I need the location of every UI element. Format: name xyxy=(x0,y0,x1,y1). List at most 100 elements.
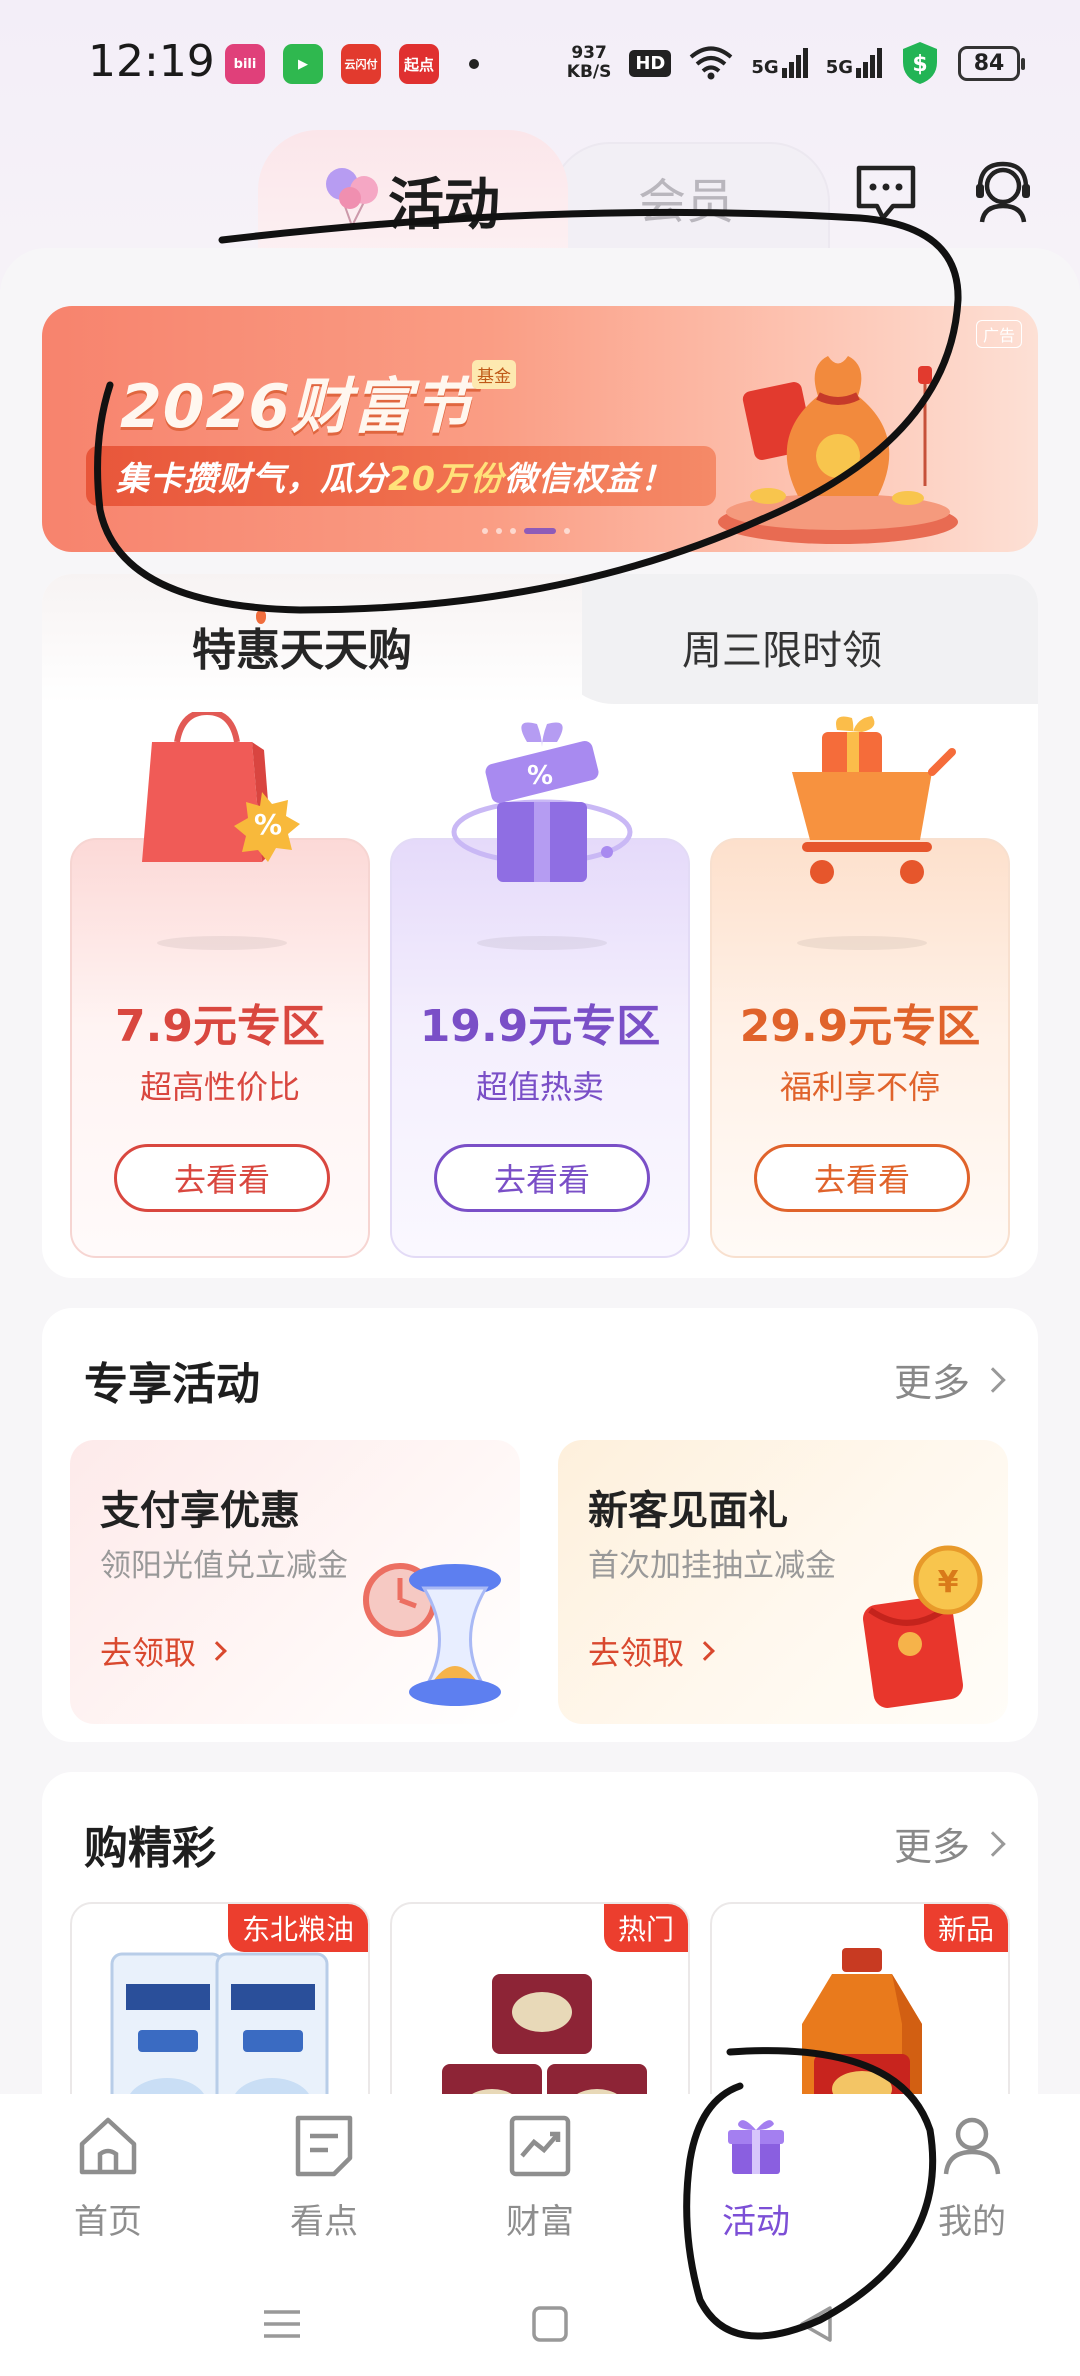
section-title: 购精彩 xyxy=(84,1823,216,1874)
bottom-navigation: 首页 看点 财富 活动 我的 xyxy=(0,2094,1080,2274)
status-app-icons: bili ▶ 云闪付 起点 xyxy=(225,44,479,84)
nav-label: 首页 xyxy=(74,2202,142,2242)
qidian-app-icon: 起点 xyxy=(399,44,439,84)
system-navigation-bar xyxy=(0,2274,1080,2376)
chevron-right-icon xyxy=(695,1641,715,1661)
status-bar: 12:19 bili ▶ 云闪付 起点 937 KB/S HD 5G 5G $ xyxy=(0,0,1080,130)
svg-text:%: % xyxy=(527,761,553,791)
deal-tile-7-9[interactable]: % 7.9元专区 超高性价比 去看看 xyxy=(70,712,370,1258)
lucky-bag-illustration xyxy=(718,356,958,544)
section-title: 专享活动 xyxy=(84,1359,260,1410)
bilibili-app-icon: bili xyxy=(225,44,265,84)
gift-box-icon: % xyxy=(451,722,633,882)
deal-art-shadow xyxy=(477,936,607,950)
red-envelope-coin-icon: ¥ xyxy=(863,1545,983,1708)
network-speed-unit: KB/S xyxy=(566,62,612,82)
chart-icon xyxy=(509,2115,571,2177)
more-link[interactable]: 更多 xyxy=(893,1816,1006,1871)
home-icon xyxy=(79,2117,137,2175)
promo-title: 新客见面礼 xyxy=(588,1488,788,1534)
nav-highlights[interactable]: 看点 xyxy=(254,2110,394,2243)
tab-active-marker xyxy=(256,610,266,624)
status-indicators: 937 KB/S HD 5G 5G $ 84 xyxy=(567,40,1025,86)
message-icon[interactable] xyxy=(853,160,919,226)
network-speed: 937 KB/S xyxy=(567,44,612,82)
profile-icon xyxy=(943,2117,1001,2175)
signal-2-icon: 5G xyxy=(826,48,882,78)
banner-subtitle-pre: 集卡攒财气，瓜分 xyxy=(116,459,388,498)
customer-service-icon[interactable] xyxy=(970,158,1036,228)
product-tag: 东北粮油 xyxy=(227,1904,368,1952)
home-square-icon[interactable] xyxy=(530,2304,570,2344)
promo-card-new-customer[interactable]: 新客见面礼 首次加挂抽立减金 去领取 ¥ xyxy=(558,1440,1008,1724)
more-link-label: 更多 xyxy=(893,1361,970,1405)
claim-link-label: 去领取 xyxy=(588,1634,685,1672)
deal-art-shadow xyxy=(797,936,927,950)
deal-tile-29-9[interactable]: 29.9元专区 福利享不停 去看看 xyxy=(710,716,1010,1258)
nav-label: 我的 xyxy=(938,2202,1006,2242)
hourglass-clock-icon xyxy=(363,1563,501,1706)
balloon-icon xyxy=(326,168,378,227)
more-link-label: 更多 xyxy=(893,1825,970,1869)
wifi-icon xyxy=(690,46,733,80)
product-tag: 新品 xyxy=(923,1904,1008,1952)
daily-deals-card: 特惠天天购 周三限时领 % 7.9元专区 超高性价比 去看看 % 19.9元专区… xyxy=(42,574,1038,1278)
more-link[interactable]: 更多 xyxy=(893,1352,1006,1407)
signal-1-label: 5G xyxy=(751,57,779,78)
nav-label: 活动 xyxy=(722,2202,790,2242)
notification-dot xyxy=(469,59,479,69)
tab-wednesday-limited-label: 周三限时领 xyxy=(682,628,882,674)
deal-description: 超值热卖 xyxy=(475,1068,604,1106)
security-shield-icon: $ xyxy=(903,42,937,84)
banner-title: 2026财富节 xyxy=(120,372,474,442)
back-triangle-icon[interactable] xyxy=(796,2304,836,2344)
promo-banner[interactable]: 2026财富节 基金 广告 集卡攒财气，瓜分 20万份 微信权益！ xyxy=(42,306,1038,552)
banner-subtitle: 集卡攒财气，瓜分 20万份 微信权益！ xyxy=(86,446,716,506)
deal-description: 超高性价比 xyxy=(139,1068,300,1106)
battery-indicator: 84 xyxy=(958,45,1025,81)
deal-art-shadow xyxy=(157,936,287,950)
chevron-right-icon xyxy=(980,1830,1006,1857)
gift-icon xyxy=(728,2120,784,2174)
exclusive-activities-section: 专享活动 更多 支付享优惠 领阳光值兑立减金 去领取 新客见面礼 首次加挂抽立减… xyxy=(42,1308,1038,1742)
nav-home[interactable]: 首页 xyxy=(38,2110,178,2243)
banner-subtitle-highlight: 20万份 xyxy=(388,459,504,498)
cloud-pay-app-icon: 云闪付 xyxy=(341,44,381,84)
banner-dot-active xyxy=(524,528,556,534)
promo-subtitle: 领阳光值兑立减金 xyxy=(100,1548,348,1584)
view-deal-button[interactable]: 去看看 xyxy=(434,1144,650,1212)
menu-icon[interactable] xyxy=(262,2304,302,2344)
video-app-icon: ▶ xyxy=(283,44,323,84)
deal-tile-19-9[interactable]: % 19.9元专区 超值热卖 去看看 xyxy=(390,722,690,1258)
claim-link[interactable]: 去领取 xyxy=(588,1628,715,1674)
deal-description: 福利享不停 xyxy=(779,1068,940,1106)
claim-link[interactable]: 去领取 xyxy=(100,1628,227,1674)
banner-dot xyxy=(564,528,570,534)
nav-label: 看点 xyxy=(290,2202,358,2242)
nav-profile[interactable]: 我的 xyxy=(902,2110,1042,2243)
top-tab-bar: 活动 会员 xyxy=(0,120,1080,282)
product-tag: 热门 xyxy=(603,1904,688,1952)
view-deal-button[interactable]: 去看看 xyxy=(754,1144,970,1212)
signal-2-label: 5G xyxy=(825,57,853,78)
deal-price: 19.9元专区 xyxy=(419,1001,661,1052)
nav-wealth[interactable]: 财富 xyxy=(470,2110,610,2243)
promo-card-payment[interactable]: 支付享优惠 领阳光值兑立减金 去领取 xyxy=(70,1440,520,1724)
tab-activity-label: 活动 xyxy=(388,173,500,238)
banner-subtitle-post: 微信权益！ xyxy=(503,459,674,498)
view-deal-button[interactable]: 去看看 xyxy=(114,1144,330,1212)
shopping-bag-icon: % xyxy=(142,712,300,862)
chevron-right-icon xyxy=(207,1641,227,1661)
deals-tab-strip: 特惠天天购 周三限时领 xyxy=(42,574,1038,704)
svg-text:$: $ xyxy=(912,52,927,77)
banner-dot xyxy=(510,528,516,534)
status-time: 12:19 xyxy=(88,36,215,87)
ad-label: 广告 xyxy=(975,320,1022,348)
promo-title: 支付享优惠 xyxy=(100,1488,300,1534)
deal-price: 7.9元专区 xyxy=(115,1001,325,1052)
deal-price: 29.9元专区 xyxy=(739,1001,981,1052)
tab-daily-deals-label: 特惠天天购 xyxy=(192,625,412,676)
claim-link-label: 去领取 xyxy=(100,1634,197,1672)
nav-activities[interactable]: 活动 xyxy=(686,2110,826,2243)
hd-voice-icon: HD xyxy=(629,49,672,77)
